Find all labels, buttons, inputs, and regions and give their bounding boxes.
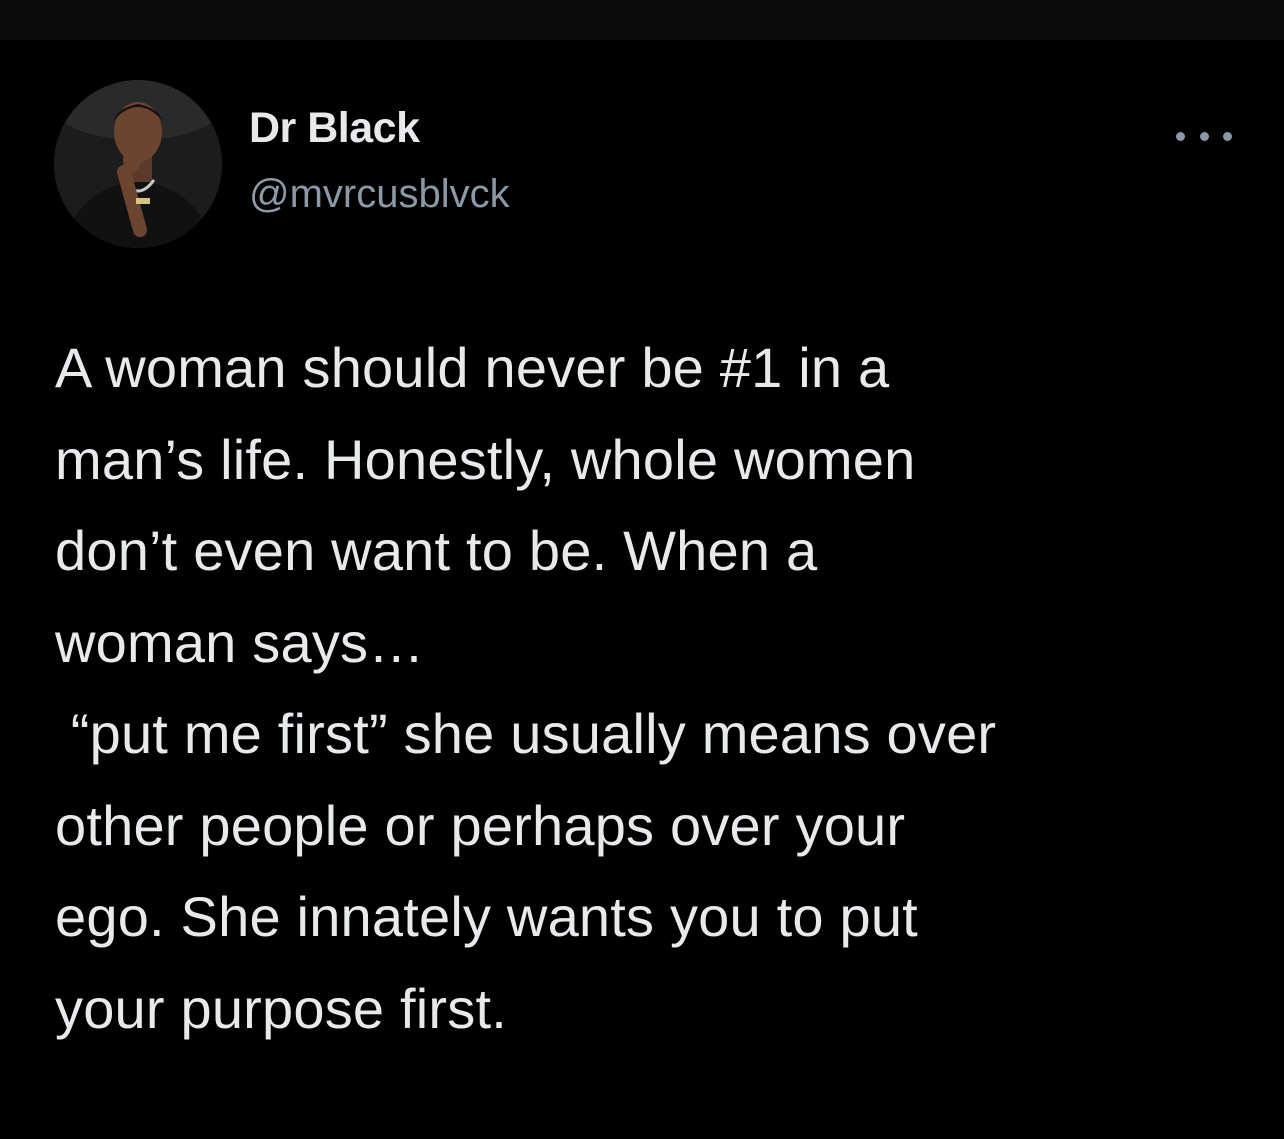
top-strip <box>0 0 1284 40</box>
tweet-text-line: man’s life. Honestly, whole women <box>55 427 916 491</box>
tweet-text-line: woman says… <box>55 610 425 674</box>
more-horizontal-icon-dot <box>1223 131 1232 141</box>
profile-photo-icon <box>54 80 222 248</box>
tweet-text-line: don’t even want to be. When a <box>55 519 818 582</box>
tweet-text-line: other people or perhaps over your <box>55 793 906 857</box>
more-horizontal-icon-dot <box>1199 131 1209 141</box>
more-options-button[interactable] <box>1176 118 1232 154</box>
tweet-text-line: your purpose first. <box>55 976 507 1040</box>
more-horizontal-icon-dot <box>1176 131 1185 141</box>
tweet-text: A woman should never be #1 in a man’s li… <box>55 322 1255 1054</box>
avatar[interactable] <box>54 80 222 248</box>
author-display-name[interactable]: Dr Black <box>249 107 420 150</box>
tweet-text-line: “put me first” she usually means over <box>55 702 997 765</box>
tweet-text-line: ego. She innately wants you to put <box>55 885 918 948</box>
tweet-text-line: A woman should never be #1 in a <box>55 336 890 399</box>
tweet-card[interactable]: Dr Black @mvrcusblvck A woman should nev… <box>0 40 1284 1139</box>
author-handle[interactable]: @mvrcusblvck <box>249 174 510 214</box>
